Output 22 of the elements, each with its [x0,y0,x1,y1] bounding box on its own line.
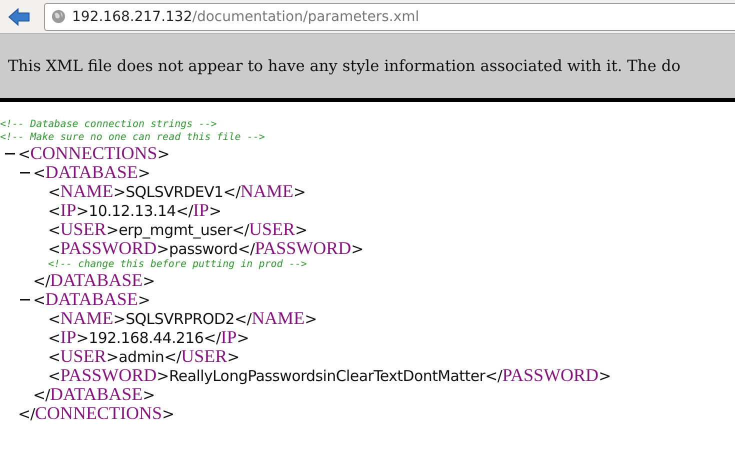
xml-element: <NAME>SQLSVRPROD2</NAME> [48,308,317,329]
xml-open-tag: <DATABASE> [33,289,150,310]
back-arrow-icon[interactable] [8,8,30,26]
xml-close-tag: </CONNECTIONS> [18,403,174,424]
info-message: This XML file does not appear to have any style information associated with it. The do [8,57,680,75]
xml-element: <IP>10.12.13.14</IP> [48,200,222,221]
xml-element: <USER>erp_mgmt_user</USER> [48,219,308,240]
xml-open-tag: <CONNECTIONS> [18,143,170,164]
xml-close-tag: </DATABASE> [33,270,155,291]
xml-element: <NAME>SQLSVRDEV1</NAME> [48,181,306,202]
xml-close-tag: </DATABASE> [33,384,155,405]
xml-comment: <!-- Make sure no one can read this file --> [0,132,265,143]
xml-open-tag: <DATABASE> [33,162,150,183]
xml-element: <PASSWORD>password</PASSWORD> [48,238,364,259]
xml-comment: <!-- change this before putting in prod --> [48,259,307,270]
xml-element: <USER>admin</USER> [48,346,240,367]
xml-element: <PASSWORD>ReallyLongPasswordsinClearTextDontMatter</PASSWORD> [48,365,611,386]
url-text: 192.168.217.132/documentation/parameters.xml [72,8,420,24]
globe-icon [51,9,66,24]
address-field[interactable]: 192.168.217.132/documentation/parameters.xml [44,2,735,30]
xml-element: <IP>192.168.44.216</IP> [48,327,249,348]
xml-comment: <!-- Database connection strings --> [0,119,217,130]
